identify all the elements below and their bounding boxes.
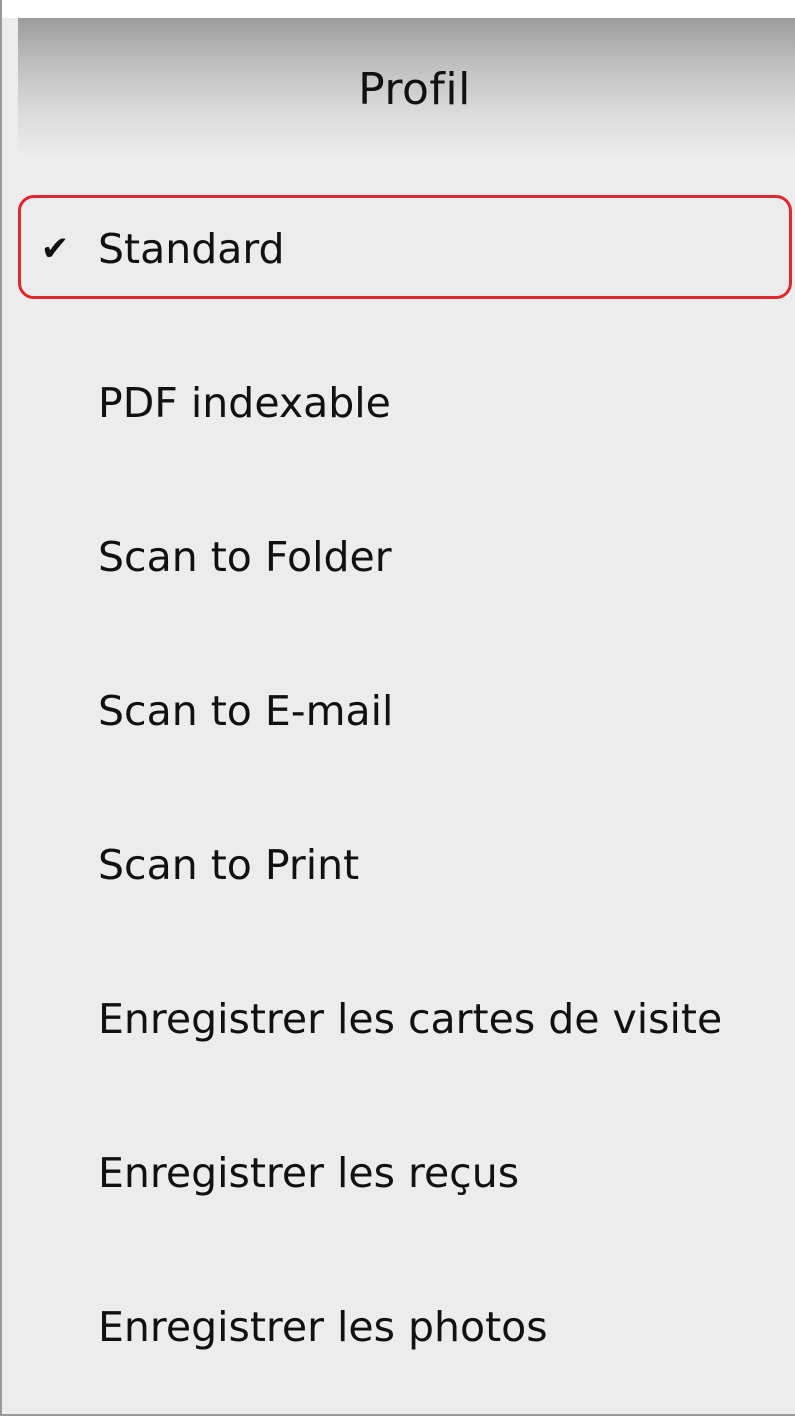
menu-item-standard[interactable]: ✔ Standard (2, 172, 795, 326)
menu-item-label: Standard (98, 225, 285, 273)
checkmark-icon: ✔ (40, 229, 70, 269)
top-strip (2, 0, 795, 18)
menu-item-photos[interactable]: Enregistrer les photos (2, 1250, 795, 1404)
menu-item-pdf-indexable[interactable]: PDF indexable (2, 326, 795, 480)
menu-item-label: PDF indexable (98, 379, 391, 427)
menu-item-business-cards[interactable]: Enregistrer les cartes de visite (2, 942, 795, 1096)
menu-header: Profil (18, 18, 795, 160)
menu-item-label: Enregistrer les photos (98, 1303, 548, 1351)
menu-item-receipts[interactable]: Enregistrer les reçus (2, 1096, 795, 1250)
menu-item-scan-to-email[interactable]: Scan to E-mail (2, 634, 795, 788)
menu-item-label: Enregistrer les reçus (98, 1149, 520, 1197)
menu-item-scan-to-folder[interactable]: Scan to Folder (2, 480, 795, 634)
menu-item-label: Scan to E-mail (98, 687, 394, 735)
menu-header-title: Profil (358, 63, 471, 115)
menu-items: ✔ Standard PDF indexable Scan to Folder … (2, 172, 795, 1404)
menu-item-label: Scan to Print (98, 841, 360, 889)
profile-menu: Profil ✔ Standard PDF indexable Scan to … (0, 0, 795, 1416)
menu-item-scan-to-print[interactable]: Scan to Print (2, 788, 795, 942)
menu-item-label: Enregistrer les cartes de visite (98, 995, 723, 1043)
menu-item-label: Scan to Folder (98, 533, 392, 581)
